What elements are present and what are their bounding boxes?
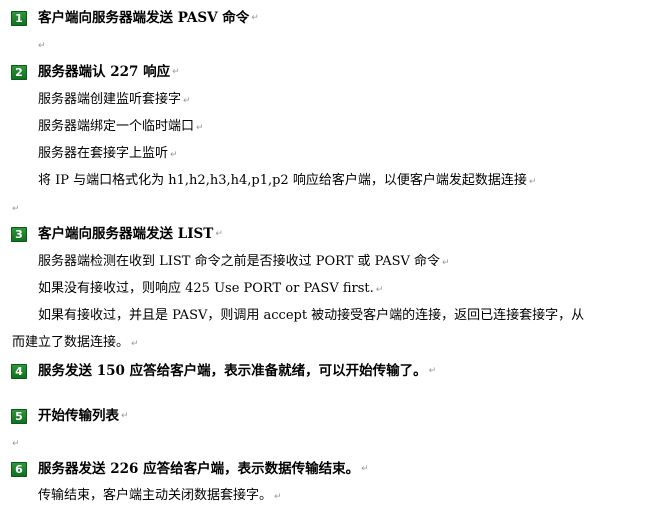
paragraph-mark-icon: ↵	[12, 439, 20, 449]
paragraph-mark-icon: ↵	[375, 285, 384, 295]
paragraph-mark-icon: ↵	[172, 67, 180, 77]
paragraph-mark-icon: ↵	[170, 150, 178, 160]
step-2-line-4: 将 IP 与端口格式化为 h1,h2,h3,h4,p1,p2 响应给客户端，以便…	[38, 173, 537, 188]
step-3-line-3: 如果有接收过，并且是 PASV，则调用 accept 被动接受客户端的连接，返回…	[38, 308, 585, 323]
step-2-heading: 2 服务器端认 227 响应 ↵	[0, 64, 180, 80]
document-page: 1 客户端向服务器端发送 PASV 命令 ↵ ↵ 2 服务器端认 227 响应 ↵ …	[0, 0, 672, 511]
step-2-line-3: 服务器在套接字上监听 ↵	[38, 146, 178, 161]
step-3-heading: 3 客户端向服务器端发送 LIST ↵	[0, 226, 223, 242]
step-4-number-badge: 4	[11, 363, 27, 379]
empty-paragraph: ↵	[12, 435, 20, 452]
empty-paragraph: ↵	[38, 37, 46, 54]
step-3-title: 客户端向服务器端发送 LIST	[38, 226, 214, 242]
step-5-heading: 5 开始传输列表 ↵	[0, 408, 129, 424]
step-3-line-1: 服务器端检测在收到 LIST 命令之前是否接收过 PORT 或 PASV 命令 ↵	[38, 254, 450, 269]
step-4-heading: 4 服务发送 150 应答给客户端，表示准备就绪，可以开始传输了。 ↵	[0, 363, 436, 379]
step-2-line-1: 服务器端创建监听套接字 ↵	[38, 92, 191, 107]
step-4-title: 服务发送 150 应答给客户端，表示准备就绪，可以开始传输了。	[38, 363, 427, 379]
paragraph-mark-icon: ↵	[215, 229, 223, 239]
step-2-title: 服务器端认 227 响应	[38, 64, 171, 80]
paragraph-mark-icon: ↵	[361, 464, 369, 474]
step-6-number-badge: 6	[11, 461, 27, 477]
paragraph-mark-icon: ↵	[428, 366, 437, 376]
step-1-title: 客户端向服务器端发送 PASV 命令	[38, 10, 250, 26]
step-3-line-4: 而建立了数据连接。 ↵	[12, 335, 139, 350]
step-5-title: 开始传输列表	[38, 408, 119, 424]
paragraph-mark-icon: ↵	[131, 339, 139, 349]
paragraph-mark-icon: ↵	[183, 96, 191, 106]
step-2-line-2: 服务器端绑定一个临时端口 ↵	[38, 119, 204, 134]
step-6-heading: 6 服务器发送 226 应答给客户端，表示数据传输结束。 ↵	[0, 461, 369, 477]
paragraph-mark-icon: ↵	[196, 123, 204, 133]
step-6-line-1: 传输结束，客户端主动关闭数据套接字。 ↵	[38, 488, 282, 503]
paragraph-mark-icon: ↵	[528, 177, 537, 187]
paragraph-mark-icon: ↵	[121, 411, 129, 421]
paragraph-mark-icon: ↵	[274, 492, 282, 502]
step-5-number-badge: 5	[11, 408, 27, 424]
empty-paragraph: ↵	[12, 200, 20, 217]
paragraph-mark-icon: ↵	[442, 258, 450, 268]
step-6-title: 服务器发送 226 应答给客户端，表示数据传输结束。	[38, 461, 360, 477]
paragraph-mark-icon: ↵	[38, 41, 46, 51]
step-2-number-badge: 2	[11, 64, 27, 80]
step-3-number-badge: 3	[11, 226, 27, 242]
step-1-number-badge: 1	[11, 10, 27, 26]
step-1-heading: 1 客户端向服务器端发送 PASV 命令 ↵	[0, 10, 259, 26]
paragraph-mark-icon: ↵	[251, 13, 259, 23]
paragraph-mark-icon: ↵	[12, 204, 20, 214]
step-3-line-2: 如果没有接收过，则响应 425 Use PORT or PASV first. ↵	[38, 281, 384, 296]
